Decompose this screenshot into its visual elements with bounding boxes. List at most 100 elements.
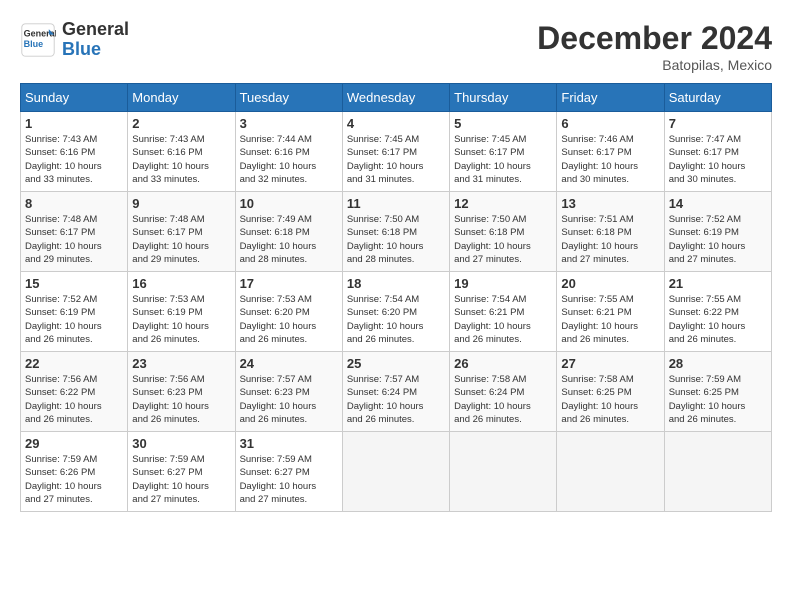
day-number: 19 bbox=[454, 276, 552, 291]
col-sunday: Sunday bbox=[21, 84, 128, 112]
table-row: 6Sunrise: 7:46 AM Sunset: 6:17 PM Daylig… bbox=[557, 112, 664, 192]
day-number: 13 bbox=[561, 196, 659, 211]
day-info: Sunrise: 7:48 AM Sunset: 6:17 PM Dayligh… bbox=[25, 213, 123, 266]
calendar-week-row: 29 Sunrise: 7:59 AM Sunset: 6:26 PM Dayli… bbox=[21, 432, 772, 512]
table-row: 23 Sunrise: 7:56 AM Sunset: 6:23 PM Dayli… bbox=[128, 352, 235, 432]
logo-line2: Blue bbox=[62, 39, 101, 59]
day-number: 17 bbox=[240, 276, 338, 291]
day-number: 18 bbox=[347, 276, 445, 291]
day-number: 1 bbox=[25, 116, 123, 131]
day-number: 12 bbox=[454, 196, 552, 211]
table-row: 22 Sunrise: 7:56 AM Sunset: 6:22 PM Dayli… bbox=[21, 352, 128, 432]
day-info: Sunrise: 7:59 AM Sunset: 6:27 PM Dayligh… bbox=[240, 453, 338, 506]
day-info: Sunrise: 7:45 AM Sunset: 6:17 PM Dayligh… bbox=[347, 133, 445, 186]
day-info: Sunrise: 7:56 AM Sunset: 6:23 PM Dayligh… bbox=[132, 373, 230, 426]
table-row: 9Sunrise: 7:48 AM Sunset: 6:17 PM Daylig… bbox=[128, 192, 235, 272]
logo-text: General Blue bbox=[62, 20, 129, 60]
logo: General Blue General Blue bbox=[20, 20, 129, 60]
col-monday: Monday bbox=[128, 84, 235, 112]
table-row: 5Sunrise: 7:45 AM Sunset: 6:17 PM Daylig… bbox=[450, 112, 557, 192]
col-wednesday: Wednesday bbox=[342, 84, 449, 112]
day-number: 7 bbox=[669, 116, 767, 131]
day-info: Sunrise: 7:49 AM Sunset: 6:18 PM Dayligh… bbox=[240, 213, 338, 266]
day-info: Sunrise: 7:43 AM Sunset: 6:16 PM Dayligh… bbox=[25, 133, 123, 186]
table-row: 2 Sunrise: 7:43 AM Sunset: 6:16 PM Daylig… bbox=[128, 112, 235, 192]
table-row: 25Sunrise: 7:57 AM Sunset: 6:24 PM Dayli… bbox=[342, 352, 449, 432]
day-number: 29 bbox=[25, 436, 123, 451]
table-row: 4 Sunrise: 7:45 AM Sunset: 6:17 PM Daylig… bbox=[342, 112, 449, 192]
table-row: 7Sunrise: 7:47 AM Sunset: 6:17 PM Daylig… bbox=[664, 112, 771, 192]
day-info: Sunrise: 7:54 AM Sunset: 6:20 PM Dayligh… bbox=[347, 293, 445, 346]
day-info: Sunrise: 7:53 AM Sunset: 6:20 PM Dayligh… bbox=[240, 293, 338, 346]
logo-line1: General bbox=[62, 19, 129, 39]
table-row: 16Sunrise: 7:53 AM Sunset: 6:19 PM Dayli… bbox=[128, 272, 235, 352]
day-info: Sunrise: 7:52 AM Sunset: 6:19 PM Dayligh… bbox=[669, 213, 767, 266]
table-row: 1 Sunrise: 7:43 AM Sunset: 6:16 PM Daylig… bbox=[21, 112, 128, 192]
table-row: 18 Sunrise: 7:54 AM Sunset: 6:20 PM Dayli… bbox=[342, 272, 449, 352]
day-number: 8 bbox=[25, 196, 123, 211]
table-row: 15 Sunrise: 7:52 AM Sunset: 6:19 PM Dayli… bbox=[21, 272, 128, 352]
table-row: 13 Sunrise: 7:51 AM Sunset: 6:18 PM Dayli… bbox=[557, 192, 664, 272]
calendar-week-row: 1 Sunrise: 7:43 AM Sunset: 6:16 PM Daylig… bbox=[21, 112, 772, 192]
day-info: Sunrise: 7:59 AM Sunset: 6:26 PM Dayligh… bbox=[25, 453, 123, 506]
day-number: 14 bbox=[669, 196, 767, 211]
table-row: 26Sunrise: 7:58 AM Sunset: 6:24 PM Dayli… bbox=[450, 352, 557, 432]
day-number: 27 bbox=[561, 356, 659, 371]
location: Batopilas, Mexico bbox=[537, 57, 772, 73]
day-number: 9 bbox=[132, 196, 230, 211]
table-row: 31 Sunrise: 7:59 AM Sunset: 6:27 PM Dayli… bbox=[235, 432, 342, 512]
table-row bbox=[342, 432, 449, 512]
col-saturday: Saturday bbox=[664, 84, 771, 112]
day-info: Sunrise: 7:55 AM Sunset: 6:21 PM Dayligh… bbox=[561, 293, 659, 346]
day-info: Sunrise: 7:58 AM Sunset: 6:25 PM Dayligh… bbox=[561, 373, 659, 426]
col-thursday: Thursday bbox=[450, 84, 557, 112]
day-info: Sunrise: 7:57 AM Sunset: 6:23 PM Dayligh… bbox=[240, 373, 338, 426]
calendar-header-row: Sunday Monday Tuesday Wednesday Thursday… bbox=[21, 84, 772, 112]
day-info: Sunrise: 7:51 AM Sunset: 6:18 PM Dayligh… bbox=[561, 213, 659, 266]
day-info: Sunrise: 7:43 AM Sunset: 6:16 PM Dayligh… bbox=[132, 133, 230, 186]
day-number: 31 bbox=[240, 436, 338, 451]
calendar-table: Sunday Monday Tuesday Wednesday Thursday… bbox=[20, 83, 772, 512]
day-info: Sunrise: 7:45 AM Sunset: 6:17 PM Dayligh… bbox=[454, 133, 552, 186]
table-row bbox=[557, 432, 664, 512]
day-number: 23 bbox=[132, 356, 230, 371]
col-tuesday: Tuesday bbox=[235, 84, 342, 112]
table-row: 11Sunrise: 7:50 AM Sunset: 6:18 PM Dayli… bbox=[342, 192, 449, 272]
table-row: 30 Sunrise: 7:59 AM Sunset: 6:27 PM Dayli… bbox=[128, 432, 235, 512]
day-number: 6 bbox=[561, 116, 659, 131]
day-info: Sunrise: 7:55 AM Sunset: 6:22 PM Dayligh… bbox=[669, 293, 767, 346]
day-info: Sunrise: 7:56 AM Sunset: 6:22 PM Dayligh… bbox=[25, 373, 123, 426]
day-number: 3 bbox=[240, 116, 338, 131]
table-row: 19Sunrise: 7:54 AM Sunset: 6:21 PM Dayli… bbox=[450, 272, 557, 352]
day-number: 4 bbox=[347, 116, 445, 131]
day-info: Sunrise: 7:58 AM Sunset: 6:24 PM Dayligh… bbox=[454, 373, 552, 426]
day-number: 28 bbox=[669, 356, 767, 371]
day-number: 10 bbox=[240, 196, 338, 211]
day-number: 2 bbox=[132, 116, 230, 131]
calendar-week-row: 15 Sunrise: 7:52 AM Sunset: 6:19 PM Dayli… bbox=[21, 272, 772, 352]
page-header: General Blue General Blue December 2024 … bbox=[20, 20, 772, 73]
table-row: 14 Sunrise: 7:52 AM Sunset: 6:19 PM Dayli… bbox=[664, 192, 771, 272]
table-row: 27 Sunrise: 7:58 AM Sunset: 6:25 PM Dayli… bbox=[557, 352, 664, 432]
day-info: Sunrise: 7:53 AM Sunset: 6:19 PM Dayligh… bbox=[132, 293, 230, 346]
table-row bbox=[664, 432, 771, 512]
col-friday: Friday bbox=[557, 84, 664, 112]
table-row: 29 Sunrise: 7:59 AM Sunset: 6:26 PM Dayli… bbox=[21, 432, 128, 512]
day-number: 21 bbox=[669, 276, 767, 291]
day-info: Sunrise: 7:50 AM Sunset: 6:18 PM Dayligh… bbox=[454, 213, 552, 266]
day-number: 22 bbox=[25, 356, 123, 371]
day-number: 15 bbox=[25, 276, 123, 291]
logo-icon: General Blue bbox=[20, 22, 56, 58]
day-info: Sunrise: 7:50 AM Sunset: 6:18 PM Dayligh… bbox=[347, 213, 445, 266]
day-info: Sunrise: 7:52 AM Sunset: 6:19 PM Dayligh… bbox=[25, 293, 123, 346]
day-info: Sunrise: 7:59 AM Sunset: 6:25 PM Dayligh… bbox=[669, 373, 767, 426]
table-row: 10 Sunrise: 7:49 AM Sunset: 6:18 PM Dayli… bbox=[235, 192, 342, 272]
day-info: Sunrise: 7:44 AM Sunset: 6:16 PM Dayligh… bbox=[240, 133, 338, 186]
table-row: 12 Sunrise: 7:50 AM Sunset: 6:18 PM Dayli… bbox=[450, 192, 557, 272]
day-number: 30 bbox=[132, 436, 230, 451]
day-number: 20 bbox=[561, 276, 659, 291]
table-row: 17 Sunrise: 7:53 AM Sunset: 6:20 PM Dayli… bbox=[235, 272, 342, 352]
table-row: 20 Sunrise: 7:55 AM Sunset: 6:21 PM Dayli… bbox=[557, 272, 664, 352]
day-info: Sunrise: 7:57 AM Sunset: 6:24 PM Dayligh… bbox=[347, 373, 445, 426]
day-info: Sunrise: 7:59 AM Sunset: 6:27 PM Dayligh… bbox=[132, 453, 230, 506]
